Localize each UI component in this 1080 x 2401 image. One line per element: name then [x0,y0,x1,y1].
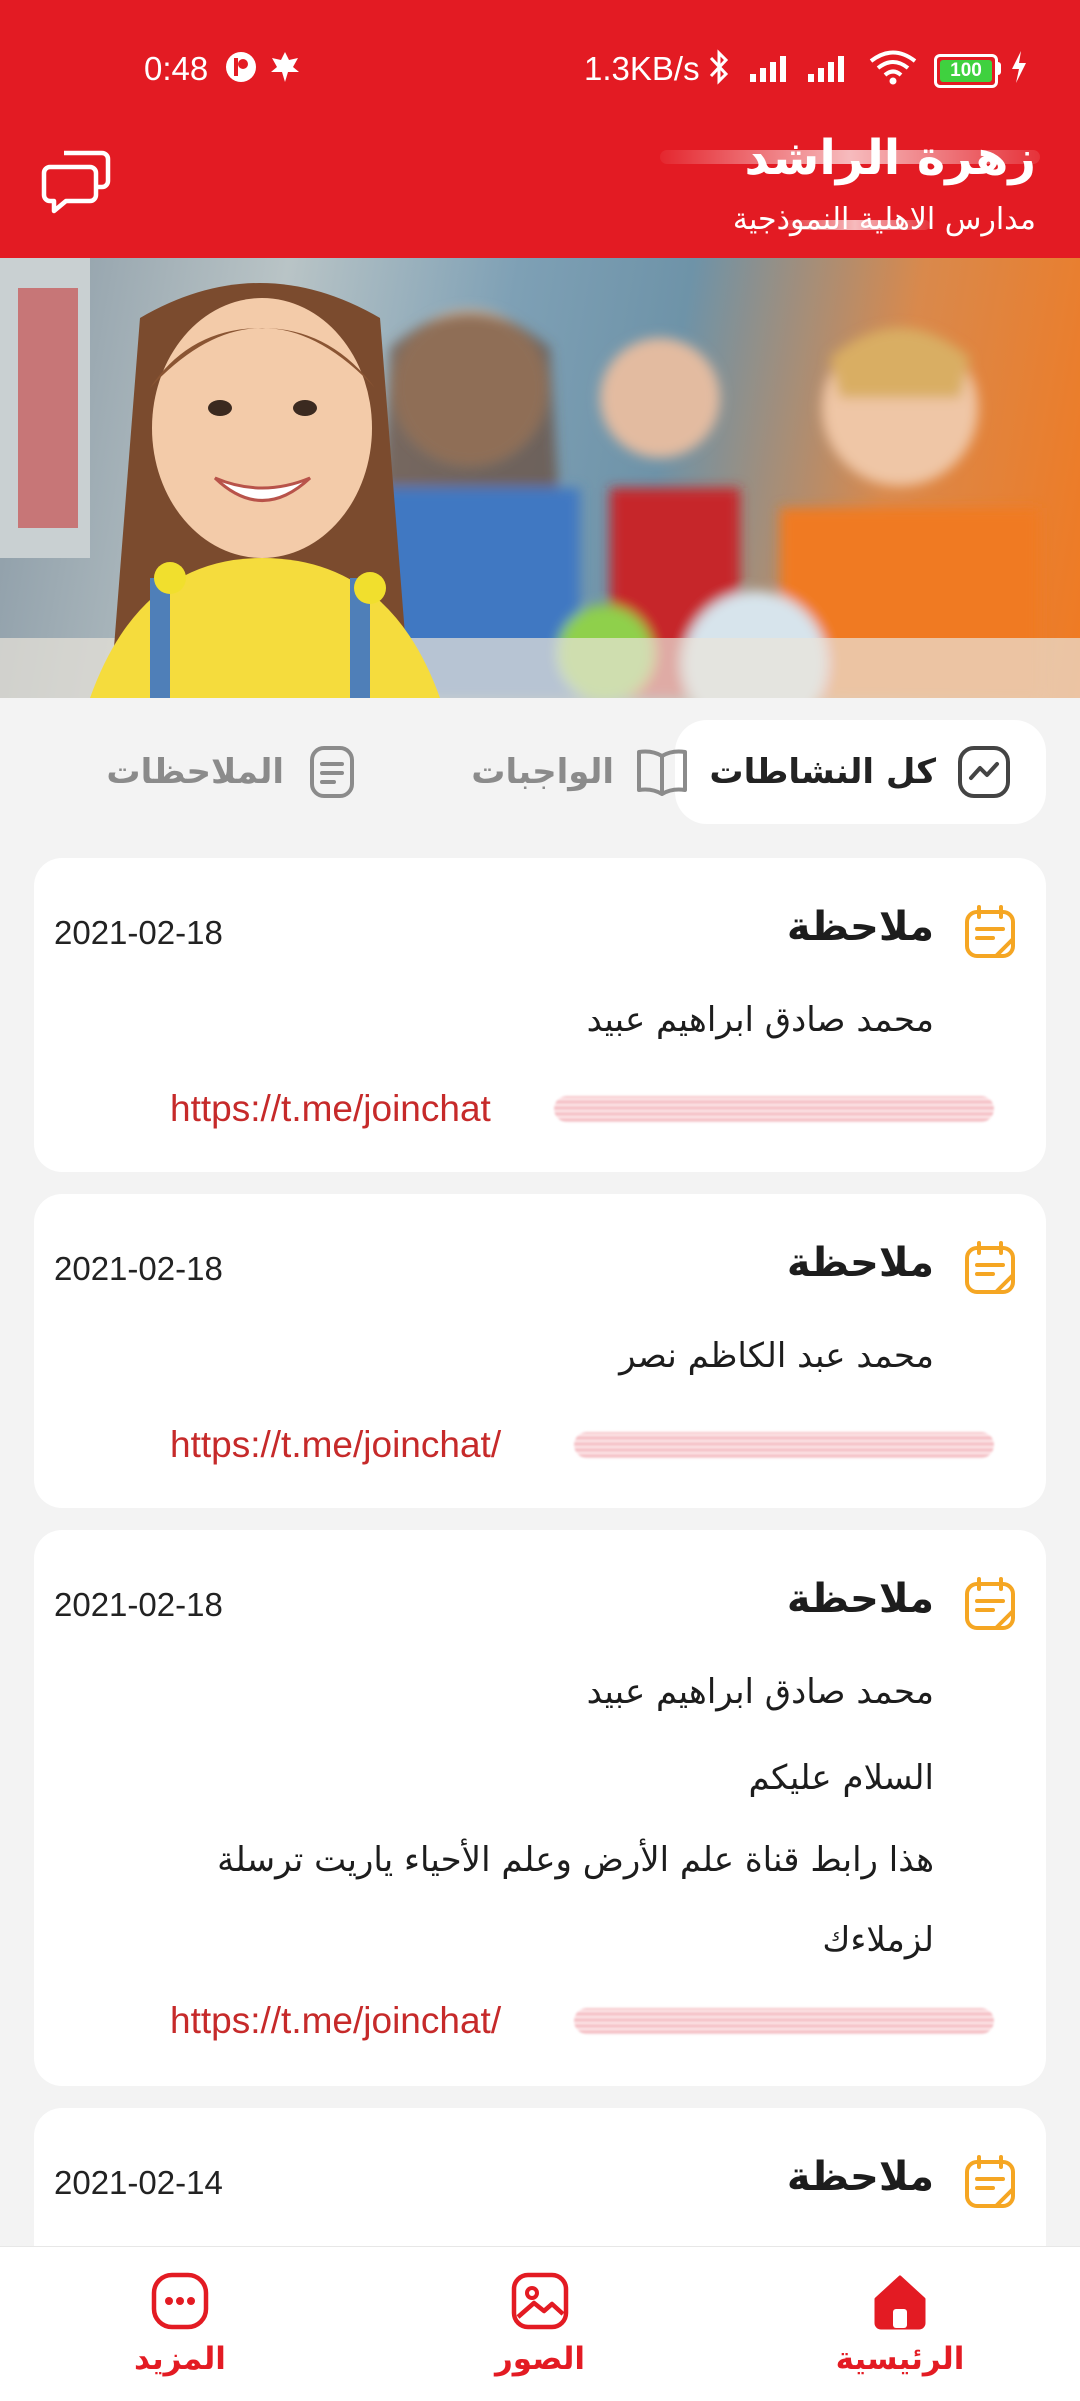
status-net-speed: 1.3KB/s [584,50,700,87]
note-card[interactable]: ملاحظة 2021-02-18 محمد صادق ابراهيم عبيد… [34,1530,1046,2086]
note-date: 2021-02-14 [54,2164,223,2201]
status-time: 0:48 [144,50,209,87]
battery-icon: 100 [934,54,998,88]
wifi-icon [869,50,917,85]
note-body-line: السلام عليكم [748,1758,935,1798]
note-body-line: لزملاءك [822,1920,934,1960]
note-card-header: ملاحظة 2021-02-18 [34,1574,1046,1634]
tab-notes[interactable]: الملاحظات [106,720,360,824]
home-icon [874,2275,926,2330]
chat-icon[interactable] [40,143,114,217]
nav-home[interactable]: الرئيسية [810,2271,990,2377]
note-title: ملاحظة [786,1576,934,1622]
activity-tabs: كل النشاطات الواجبات الملاحظات [0,720,1080,824]
note-title: ملاحظة [786,1240,934,1286]
status-bar: 0:48 1.3KB/s 100 [0,0,1080,140]
note-card-header: ملاحظة 2021-02-18 [34,1238,1046,1298]
redacted-school-blur [780,220,930,230]
note-body-line: هذا رابط قناة علم الأرض وعلم الأحياء يار… [217,1840,934,1880]
tab-homework-label: الواجبات [471,752,614,792]
redacted-name-blur [660,150,1040,164]
note-title: ملاحظة [786,2154,934,2200]
note-card-header: ملاحظة 2021-02-14 [34,2152,1046,2212]
note-link[interactable]: https://t.me/joinchat/ [170,2000,501,2042]
note-icon [965,1241,1015,1294]
app-header: 0:48 1.3KB/s 100 مدارس [0,0,1080,258]
nav-more-label: المزيد [134,2341,226,2377]
note-card-header: ملاحظة 2021-02-18 [34,902,1046,962]
bottom-navigation: المزيد الصور الرئيسية [0,2246,1080,2401]
tab-all-activities[interactable]: كل النشاطات [675,720,1046,824]
charging-bolt-icon [1012,51,1026,83]
note-student-name: محمد عبد الكاظم نصر [619,1336,934,1376]
note-icon [965,905,1015,958]
signal-1-icon [750,56,786,82]
image-icon [511,2272,569,2330]
note-student-name: محمد صادق ابراهيم عبيد [586,1000,934,1040]
note-date: 2021-02-18 [54,914,223,951]
note-date: 2021-02-18 [54,1250,223,1287]
app-notification-icon [226,52,256,82]
note-icon [965,1577,1015,1630]
battery-level: 100 [940,60,992,82]
note-date: 2021-02-18 [54,1586,223,1623]
note-student-name: محمد صادق ابراهيم عبيد [586,1672,934,1712]
note-card[interactable]: ملاحظة 2021-02-18 محمد عبد الكاظم نصر ht… [34,1194,1046,1508]
redacted-link-blur [574,2008,994,2034]
banner-image [0,258,1080,698]
note-icon [965,2155,1015,2208]
note-link[interactable]: https://t.me/joinchat/ [170,1424,501,1466]
activity-chart-icon [958,746,1010,798]
notes-doc-icon [310,746,354,798]
leaf-notification-icon [271,52,299,82]
nav-photos-label: الصور [494,2341,586,2377]
tab-all-activities-label: كل النشاطات [709,752,936,792]
redacted-link-blur [554,1096,994,1122]
nav-photos[interactable]: الصور [450,2271,630,2377]
nav-more[interactable]: المزيد [90,2271,270,2377]
tab-homework[interactable]: الواجبات [471,720,690,824]
nav-home-label: الرئيسية [835,2341,965,2377]
bluetooth-icon [709,49,729,85]
battery-tip [996,62,1001,75]
tab-notes-label: الملاحظات [106,752,284,792]
more-dots-icon [151,2272,209,2330]
signal-2-icon [808,56,844,82]
note-title: ملاحظة [786,904,934,950]
note-card[interactable]: ملاحظة 2021-02-18 محمد صادق ابراهيم عبيد… [34,858,1046,1172]
open-book-icon [637,749,687,796]
redacted-link-blur [574,1432,994,1458]
note-link[interactable]: https://t.me/joinchat [170,1088,491,1130]
children-photo-illustration [0,258,1080,698]
